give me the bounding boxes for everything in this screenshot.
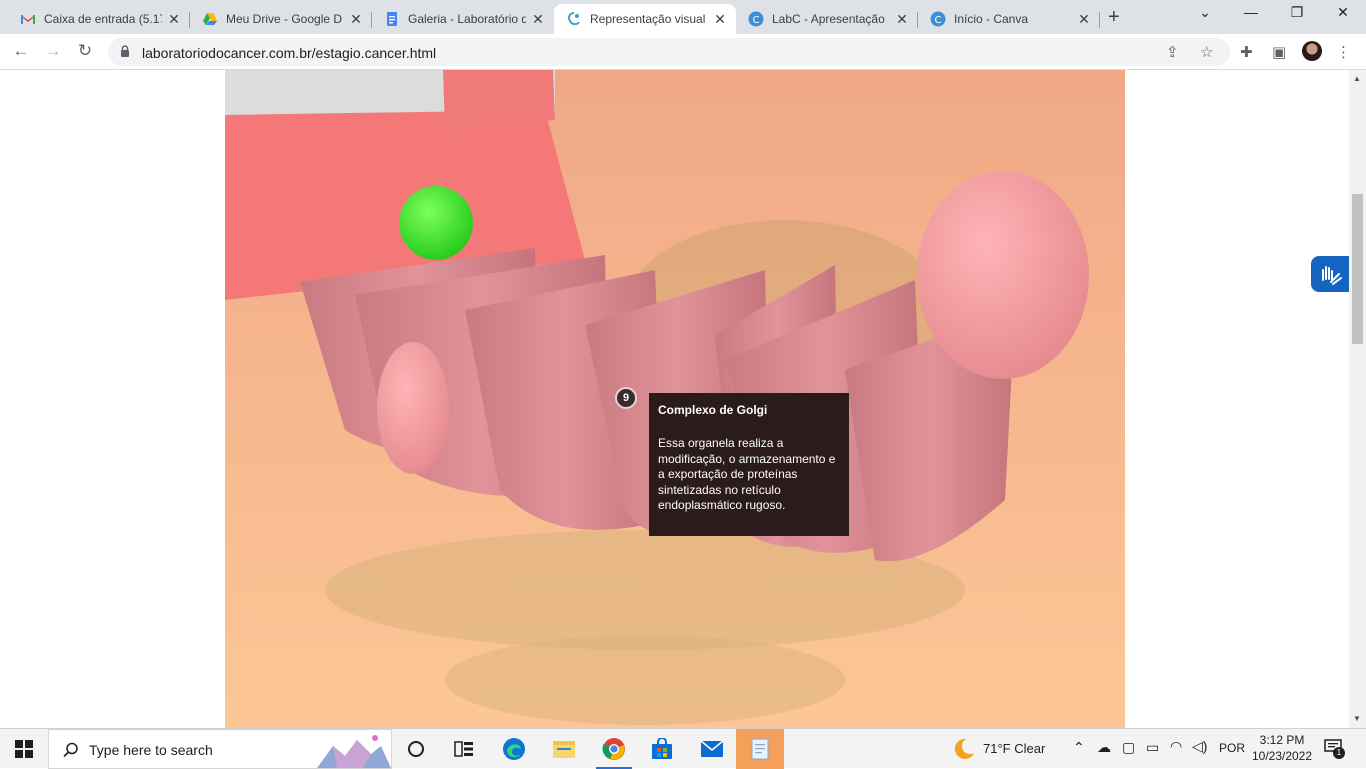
tab-title: Galeria - Laboratório d <box>408 12 526 26</box>
canva-icon: C <box>748 11 764 27</box>
tab-gmail[interactable]: Caixa de entrada (5.17 ✕ <box>8 4 190 34</box>
tab-title: Meu Drive - Google D <box>226 12 343 26</box>
tab-labc-apresentacao[interactable]: C LabC - Apresentação ✕ <box>736 4 918 34</box>
clock-date: 10/23/2022 <box>1251 749 1313 763</box>
task-view-button[interactable] <box>392 729 440 769</box>
clock-time: 3:12 PM <box>1259 733 1305 747</box>
sign-language-hands-icon <box>1322 266 1342 285</box>
tab-title: Início - Canva <box>954 12 1029 26</box>
tab-strip: Caixa de entrada (5.17 ✕ Meu Drive - Goo… <box>0 0 1366 34</box>
show-hidden-icons-icon[interactable]: ⌃ <box>1073 739 1085 756</box>
chrome-app[interactable] <box>590 729 638 769</box>
google-drive-icon <box>203 13 217 25</box>
task-view-icon <box>408 741 424 757</box>
scroll-thumb[interactable] <box>1352 194 1363 344</box>
close-tab-icon[interactable]: ✕ <box>1076 11 1092 28</box>
forward-button[interactable]: → <box>42 41 64 61</box>
lock-icon[interactable] <box>120 45 130 57</box>
mail-envelope-icon <box>700 740 724 757</box>
restore-button[interactable]: ❐ <box>1274 4 1320 21</box>
weather-moon-icon[interactable] <box>950 737 976 761</box>
microsoft-store-app[interactable] <box>638 729 686 769</box>
labc-icon <box>568 12 580 26</box>
svg-text:C: C <box>935 15 942 26</box>
search-placeholder: Type here to search <box>89 742 213 758</box>
browser-toolbar: ← → ↻ laboratoriodocancer.com.br/estagio… <box>0 34 1366 70</box>
tooltip-description: Essa organela realiza a modificação, o a… <box>658 436 836 512</box>
reload-button[interactable]: ↻ <box>74 41 96 61</box>
tab-galeria[interactable]: Galeria - Laboratório d ✕ <box>372 4 554 34</box>
profile-avatar[interactable] <box>1302 41 1322 61</box>
hotspot-marker[interactable]: 9 <box>615 387 637 409</box>
close-tab-icon[interactable]: ✕ <box>712 11 728 28</box>
back-button[interactable]: ← <box>10 41 32 61</box>
tab-google-drive[interactable]: Meu Drive - Google D ✕ <box>190 4 372 34</box>
accessibility-sign-language-button[interactable] <box>1311 256 1349 292</box>
menu-icon[interactable]: ⋮ <box>1336 43 1351 61</box>
scroll-up-icon[interactable]: ▲ <box>1353 74 1361 83</box>
minimize-button[interactable]: — <box>1228 4 1274 20</box>
system-clock[interactable]: 3:12 PM 10/23/2022 <box>1248 732 1316 764</box>
tab-search-icon[interactable]: ⌄ <box>1182 4 1228 21</box>
gmail-icon <box>21 15 35 24</box>
windows-taskbar: Type here to search 71°F Clear ⌃ ☁ ▢ ▭ ◠… <box>0 728 1366 769</box>
battery-icon[interactable]: ▭ <box>1146 739 1159 756</box>
page-viewport: 9 Complexo de Golgi Essa organela realiz… <box>0 70 1366 728</box>
document-icon <box>751 738 769 760</box>
chrome-icon <box>602 738 625 760</box>
url-text[interactable]: laboratoriodocancer.com.br/estagio.cance… <box>142 45 436 61</box>
close-tab-icon[interactable]: ✕ <box>894 11 910 28</box>
notepad-app[interactable] <box>736 729 784 769</box>
windows-logo-icon <box>15 740 33 758</box>
weather-text[interactable]: 71°F Clear <box>983 741 1045 756</box>
tab-representacao-visual[interactable]: Representação visual d ✕ <box>554 4 736 34</box>
tab-title: Representação visual d <box>590 12 708 26</box>
meet-now-icon[interactable]: ▢ <box>1122 739 1135 756</box>
start-button[interactable] <box>0 729 48 769</box>
tab-title: Caixa de entrada (5.17 <box>44 12 162 26</box>
search-highlight-illustration-icon <box>317 735 391 768</box>
new-tab-button[interactable]: + <box>1108 6 1120 29</box>
store-bag-icon <box>652 738 672 759</box>
tab-inicio-canva[interactable]: C Início - Canva ✕ <box>918 4 1100 34</box>
mail-app[interactable] <box>688 729 736 769</box>
volume-icon[interactable]: ◁) <box>1192 738 1207 755</box>
taskbar-search-box[interactable]: Type here to search <box>48 729 392 769</box>
onedrive-cloud-icon[interactable]: ☁ <box>1097 739 1111 756</box>
canva-icon: C <box>930 11 946 27</box>
page-scrollbar[interactable]: ▲ ▼ <box>1349 70 1366 728</box>
tooltip-title: Complexo de Golgi <box>658 403 768 417</box>
file-explorer-app[interactable] <box>540 729 588 769</box>
share-icon[interactable]: ⇪ <box>1166 43 1179 61</box>
extensions-icon[interactable]: ✚ <box>1240 43 1253 61</box>
notification-badge: 1 <box>1333 747 1345 759</box>
address-bar[interactable]: laboratoriodocancer.com.br/estagio.cance… <box>108 38 1230 66</box>
organelle-tooltip: Complexo de Golgi Essa organela realiza … <box>649 393 849 536</box>
wifi-icon[interactable]: ◠ <box>1170 738 1182 755</box>
notification-center-button[interactable]: 1 <box>1324 739 1345 759</box>
widgets-button[interactable] <box>440 729 488 769</box>
side-panel-icon[interactable]: ▣ <box>1272 43 1286 61</box>
input-language[interactable]: POR <box>1219 741 1245 755</box>
close-window-button[interactable]: ✕ <box>1320 4 1366 21</box>
search-icon <box>63 742 78 758</box>
folder-icon <box>553 741 575 758</box>
close-tab-icon[interactable]: ✕ <box>530 11 546 28</box>
edge-browser-icon <box>503 738 525 760</box>
bookmark-star-icon[interactable]: ☆ <box>1200 43 1213 61</box>
scroll-down-icon[interactable]: ▼ <box>1353 714 1361 723</box>
google-docs-icon <box>387 12 397 26</box>
edge-app[interactable] <box>490 729 538 769</box>
close-tab-icon[interactable]: ✕ <box>166 11 182 28</box>
svg-text:C: C <box>753 15 760 26</box>
tab-title: LabC - Apresentação <box>772 12 885 26</box>
task-list-icon <box>454 741 473 757</box>
close-tab-icon[interactable]: ✕ <box>348 11 364 28</box>
